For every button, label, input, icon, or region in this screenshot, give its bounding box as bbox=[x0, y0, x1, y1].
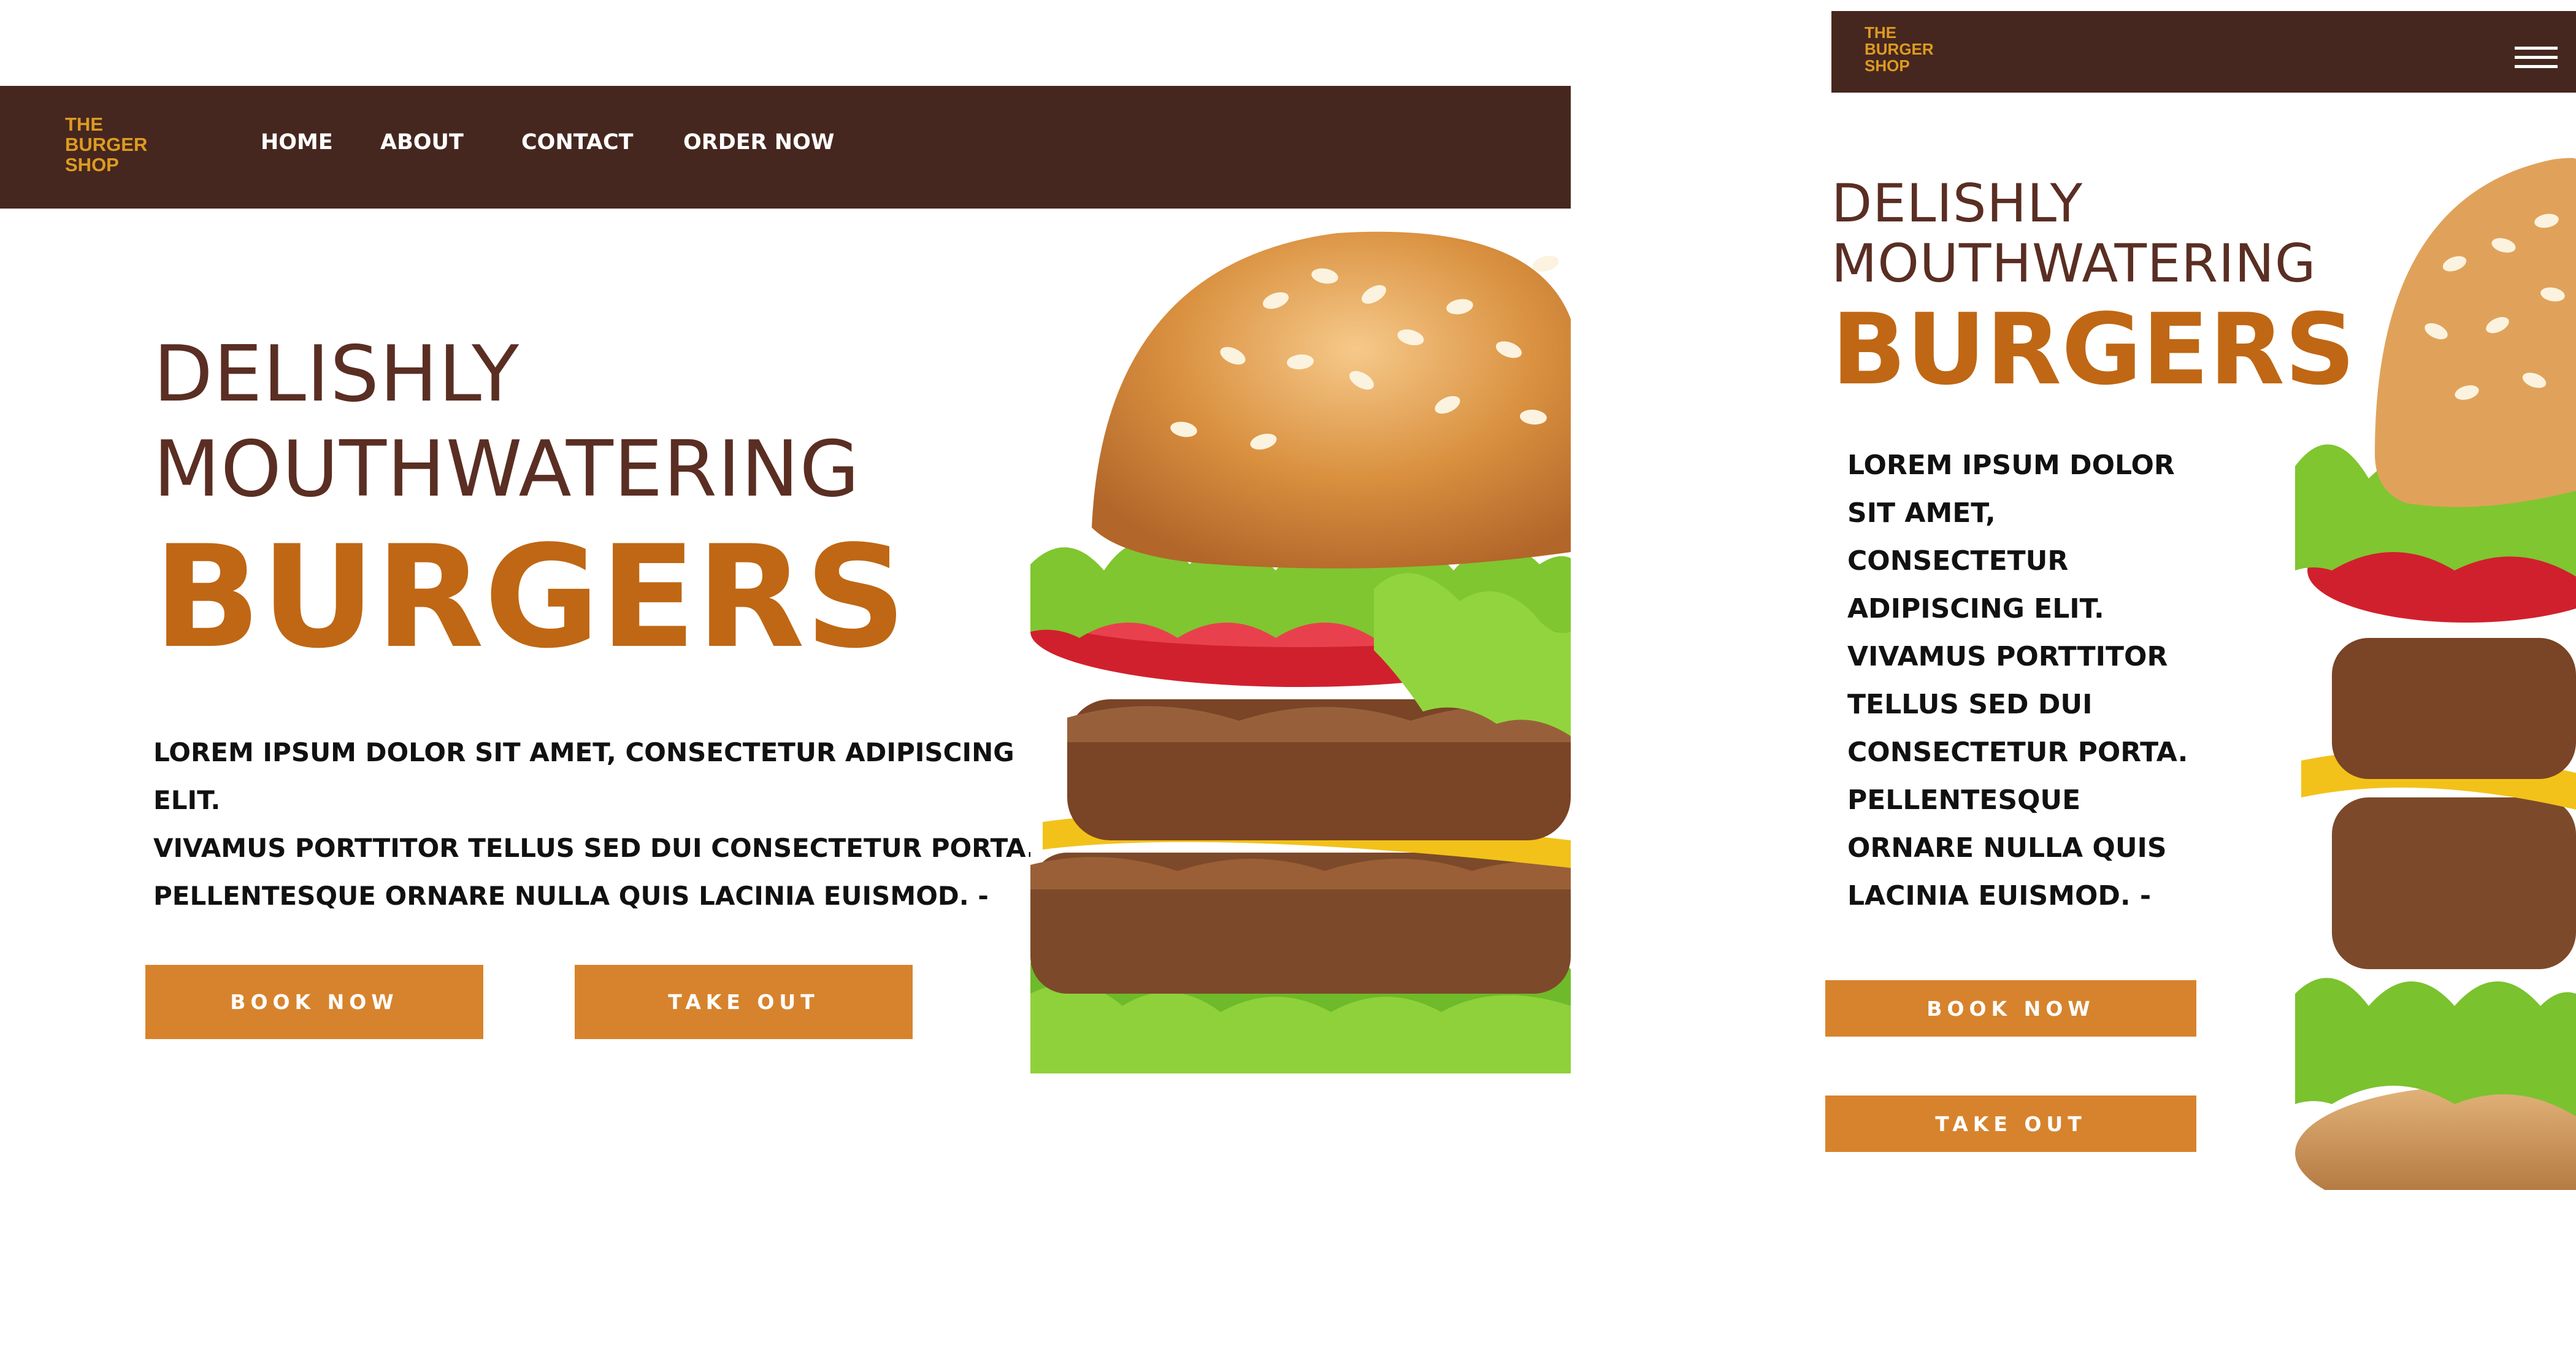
mobile-take-out-button[interactable]: TAKE OUT bbox=[1825, 1096, 2196, 1152]
description-line: LOREM IPSUM DOLOR SIT AMET, CONSECTETUR … bbox=[153, 737, 1014, 815]
mobile-hero-headline: BURGERS bbox=[1831, 292, 2356, 407]
description-line: LOREM IPSUM DOLOR bbox=[1847, 450, 2175, 481]
hero-line-1: DELISHLY bbox=[153, 329, 520, 419]
burger-illustration bbox=[1030, 209, 1571, 1073]
nav-home-link[interactable]: HOME bbox=[261, 130, 333, 155]
hero-headline: BURGERS bbox=[153, 516, 907, 680]
mobile-logo[interactable]: THE BURGER SHOP bbox=[1865, 25, 1934, 74]
desktop-logo[interactable]: THE BURGER SHOP bbox=[65, 114, 147, 175]
mobile-navbar bbox=[1831, 11, 2576, 93]
mobile-hero-line-1: DELISHLY bbox=[1831, 173, 2083, 234]
mobile-hero-line-2: MOUTHWATERING bbox=[1831, 233, 2317, 294]
description-line: ADIPISCING ELIT. bbox=[1847, 593, 2104, 624]
hamburger-menu-icon[interactable] bbox=[2515, 47, 2558, 71]
logo-line-1: THE bbox=[1865, 23, 1896, 42]
description-line: ORNARE NULLA QUIS bbox=[1847, 832, 2167, 864]
nav-order-now-link[interactable]: ORDER NOW bbox=[683, 130, 834, 155]
take-out-button[interactable]: TAKE OUT bbox=[575, 965, 913, 1039]
burger-image bbox=[1030, 209, 1571, 1073]
logo-line-3: SHOP bbox=[1865, 56, 1910, 75]
description-line: VIVAMUS PORTTITOR bbox=[1847, 641, 2168, 672]
description-line: CONSECTETUR bbox=[1847, 545, 2069, 577]
description-line: VIVAMUS PORTTITOR TELLUS SED DUI CONSECT… bbox=[153, 833, 1037, 863]
nav-about-link[interactable]: ABOUT bbox=[380, 130, 464, 155]
mobile-book-now-button[interactable]: BOOK NOW bbox=[1825, 980, 2196, 1037]
hero-line-2: MOUTHWATERING bbox=[153, 424, 861, 514]
description-line: TELLUS SED DUI bbox=[1847, 689, 2093, 720]
book-now-button[interactable]: BOOK NOW bbox=[145, 965, 483, 1039]
mobile-hero-description: LOREM IPSUM DOLOR SIT AMET, CONSECTETUR … bbox=[1847, 442, 2277, 920]
description-line: CONSECTETUR PORTA. bbox=[1847, 737, 2188, 768]
description-line: PELLENTESQUE bbox=[1847, 785, 2081, 816]
hero-description: LOREM IPSUM DOLOR SIT AMET, CONSECTETUR … bbox=[153, 729, 1037, 920]
description-line: LACINIA EUISMOD. - bbox=[1847, 880, 2152, 911]
logo-line-3: SHOP bbox=[65, 154, 119, 175]
logo-line-2: BURGER bbox=[1865, 40, 1934, 58]
nav-contact-link[interactable]: CONTACT bbox=[521, 130, 634, 155]
logo-line-2: BURGER bbox=[65, 134, 148, 155]
description-line: SIT AMET, bbox=[1847, 497, 1996, 529]
logo-line-1: THE bbox=[65, 113, 103, 135]
description-line: PELLENTESQUE ORNARE NULLA QUIS LACINIA E… bbox=[153, 881, 989, 911]
